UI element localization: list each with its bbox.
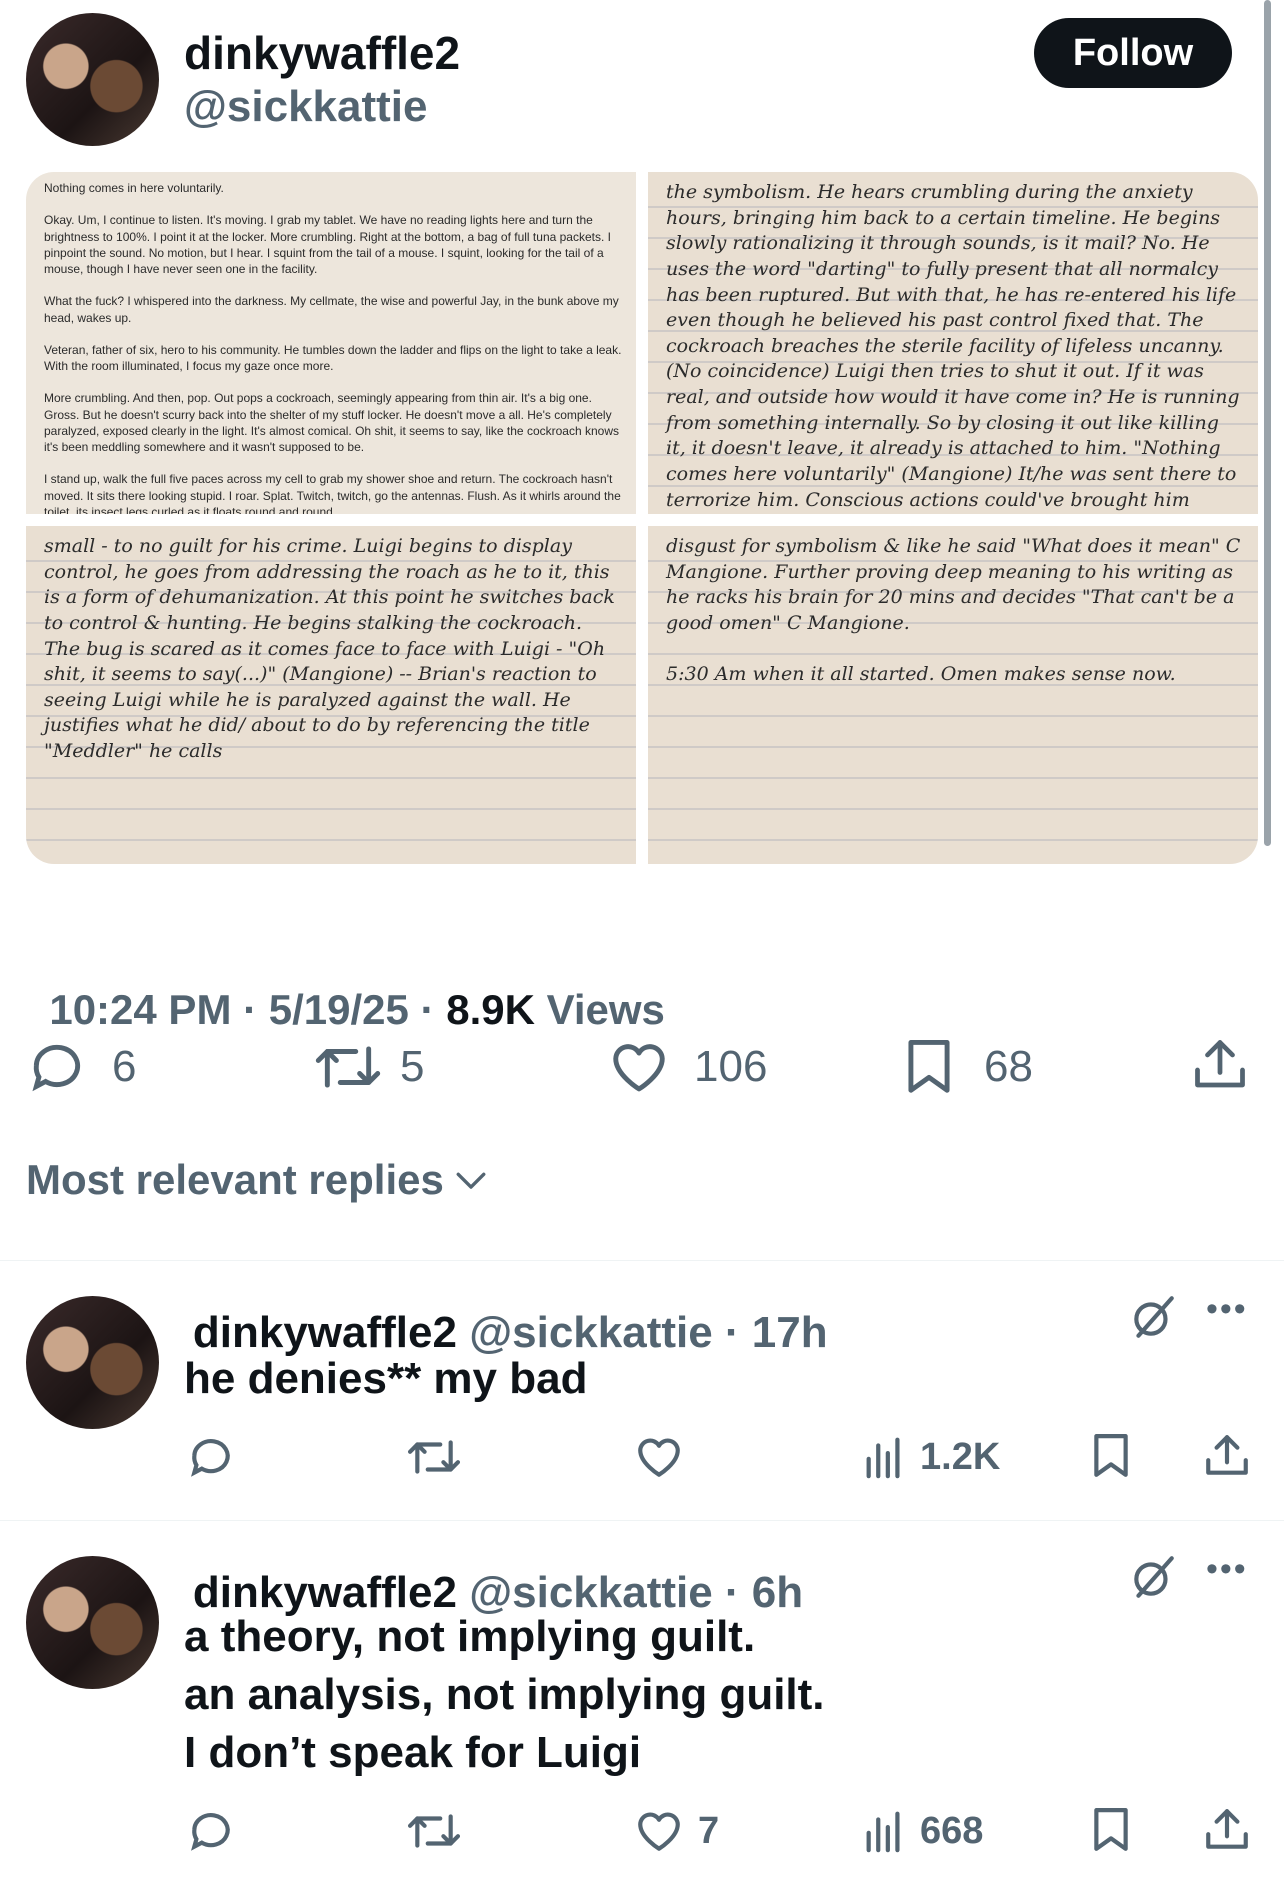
reply-text-line: an analysis, not implying guilt. — [184, 1670, 825, 1719]
reply-icon — [26, 1036, 88, 1098]
avatar[interactable] — [26, 1556, 159, 1689]
views-stat[interactable]: 668 — [862, 1806, 983, 1856]
heart-icon — [634, 1806, 684, 1856]
post-meta: 10:24 PM · 5/19/25 · 8.9K Views — [26, 938, 665, 1034]
bookmark-icon[interactable] — [1088, 1804, 1134, 1856]
views-count: 668 — [920, 1809, 984, 1852]
reply-text: he denies** my bad — [184, 1354, 588, 1403]
heart-icon — [608, 1036, 670, 1098]
divider — [0, 1520, 1284, 1521]
divider — [0, 1260, 1284, 1261]
repost-icon — [314, 1036, 382, 1098]
photo-text: small - to no guilt for his crime. Luigi… — [44, 535, 621, 763]
like-stat[interactable]: 106 — [608, 1032, 767, 1102]
share-icon[interactable] — [1202, 1804, 1252, 1856]
bookmark-icon — [900, 1036, 958, 1098]
photo-text: the symbolism. He hears crumbling during… — [666, 181, 1240, 511]
views-count: 8.9K — [446, 986, 535, 1033]
views-label: Views — [534, 986, 665, 1033]
views-icon — [862, 1808, 906, 1854]
like-stat[interactable]: 7 — [634, 1806, 719, 1856]
replies-sort-label: Most relevant replies — [26, 1156, 444, 1203]
reply-header: dinkywaffle2 @sickkattie · 17h — [184, 1290, 828, 1358]
bookmark-count: 68 — [984, 1042, 1033, 1091]
views-count: 1.2K — [920, 1435, 1001, 1478]
bookmark-stat[interactable]: 68 — [900, 1032, 1033, 1102]
heart-icon[interactable] — [634, 1432, 684, 1482]
repost-icon[interactable] — [406, 1432, 462, 1482]
reply-text-line: a theory, not implying guilt. — [184, 1612, 756, 1661]
reply-icon[interactable] — [186, 1806, 236, 1856]
share-icon[interactable] — [1202, 1430, 1252, 1482]
timestamp[interactable]: 10:24 PM · 5/19/25 · — [49, 986, 446, 1033]
display-name[interactable]: dinkywaffle2 — [184, 26, 460, 80]
like-count: 7 — [698, 1809, 720, 1852]
photo-4[interactable]: disgust for symbolism & like he said "Wh… — [648, 526, 1258, 864]
more-icon[interactable]: ••• — [1206, 1550, 1248, 1589]
grok-icon[interactable] — [1128, 1552, 1178, 1602]
photo-text: Nothing comes in here voluntarily. Okay.… — [44, 181, 622, 514]
follow-button[interactable]: Follow — [1034, 18, 1232, 88]
handle[interactable]: @sickkattie — [184, 82, 427, 132]
share-icon[interactable] — [1190, 1034, 1250, 1096]
views-stat[interactable]: 1.2K — [862, 1432, 1000, 1482]
reply-icon[interactable] — [186, 1432, 236, 1482]
photo-2[interactable]: the symbolism. He hears crumbling during… — [648, 172, 1258, 514]
repost-icon[interactable] — [406, 1806, 462, 1856]
reply-stat[interactable]: 6 — [26, 1032, 136, 1102]
views-icon — [862, 1434, 906, 1480]
photo-3[interactable]: small - to no guilt for his crime. Luigi… — [26, 526, 636, 864]
reply-text-line: I don’t speak for Luigi — [184, 1728, 642, 1777]
grok-icon[interactable] — [1128, 1292, 1178, 1342]
repost-stat[interactable]: 5 — [314, 1032, 424, 1102]
photo-1[interactable]: Nothing comes in here voluntarily. Okay.… — [26, 172, 636, 514]
replies-sort-dropdown[interactable]: Most relevant replies — [26, 1156, 488, 1204]
chevron-down-icon — [454, 1168, 488, 1192]
avatar[interactable] — [26, 1296, 159, 1429]
reply-count: 6 — [112, 1042, 137, 1091]
photo-text: disgust for symbolism & like he said "Wh… — [666, 535, 1241, 686]
avatar[interactable] — [26, 13, 159, 146]
bookmark-icon[interactable] — [1088, 1430, 1134, 1482]
reply-time[interactable]: · 17h — [713, 1308, 828, 1357]
repost-count: 5 — [400, 1042, 425, 1091]
like-count: 106 — [694, 1042, 768, 1091]
more-icon[interactable]: ••• — [1206, 1290, 1248, 1329]
scrollbar[interactable] — [1264, 0, 1271, 846]
